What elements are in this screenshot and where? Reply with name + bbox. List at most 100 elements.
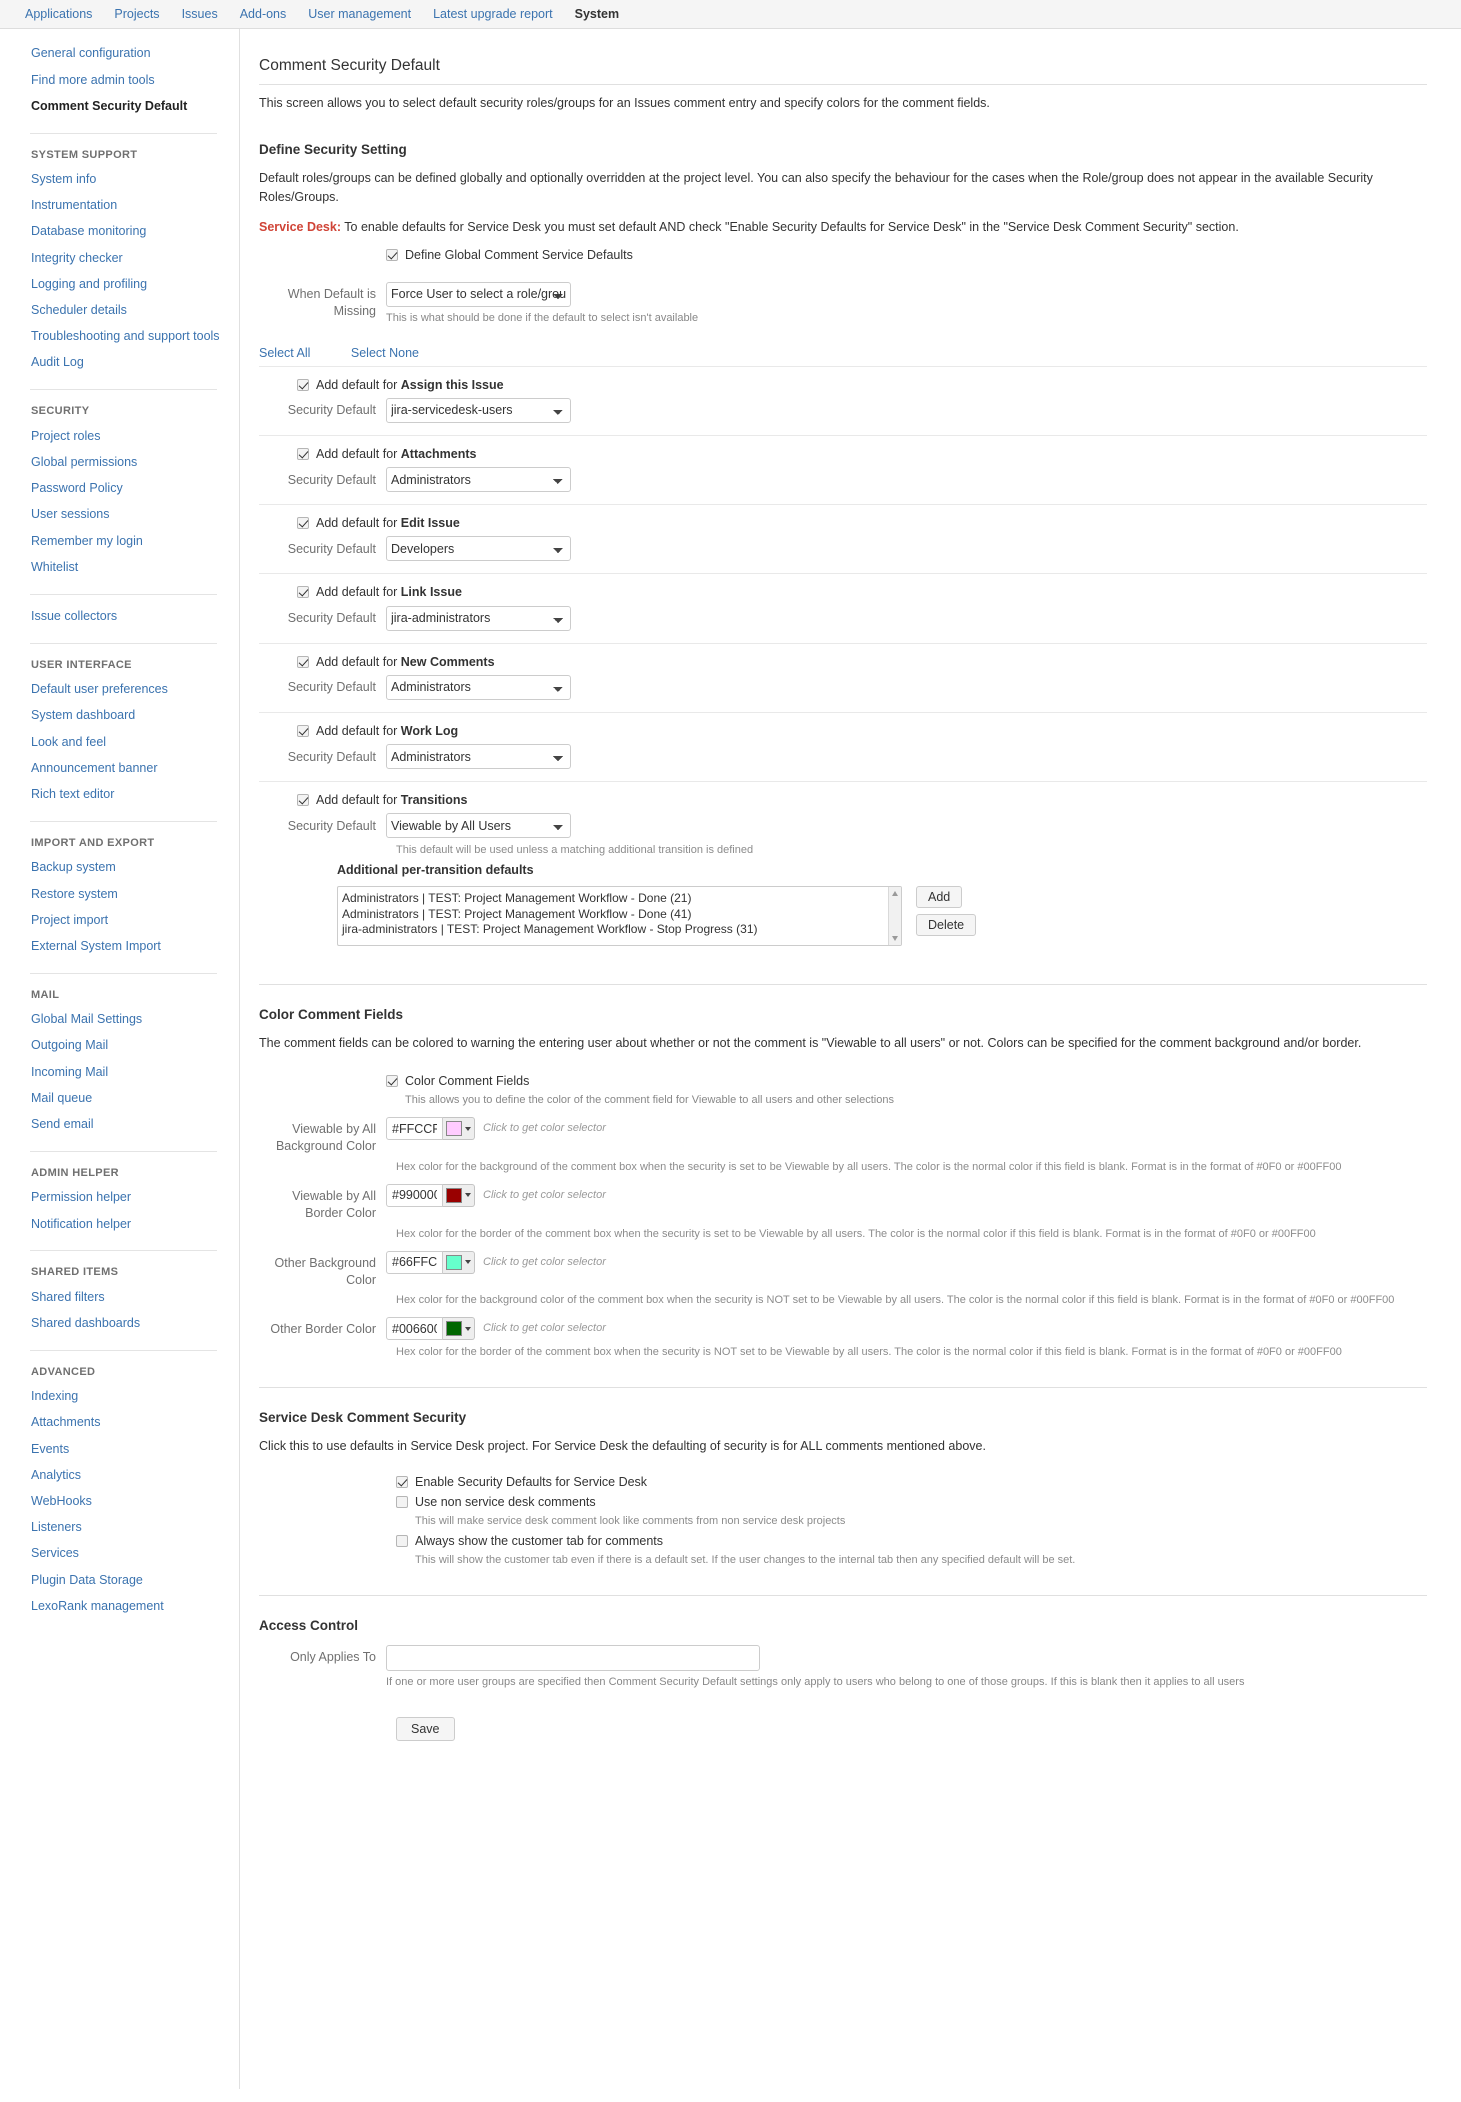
sidebar-item-audit-log[interactable]: Audit Log: [0, 350, 239, 376]
add-default-for-attachments-checkbox[interactable]: Add default for Attachments: [297, 446, 1427, 462]
sidebar-item-project-import[interactable]: Project import: [0, 907, 239, 933]
topnav-item-latest-upgrade-report[interactable]: Latest upgrade report: [422, 0, 564, 29]
sidebar-item-restore-system[interactable]: Restore system: [0, 881, 239, 907]
security-default-check-line: Add default for Edit Issue: [297, 515, 1427, 531]
per-transition-defaults-listbox[interactable]: Administrators | TEST: Project Managemen…: [337, 886, 902, 947]
security-default-select-link-issue[interactable]: jira-administrators: [386, 605, 571, 631]
sidebar-item-send-email[interactable]: Send email: [0, 1112, 239, 1138]
add-default-for-work-log-checkbox[interactable]: Add default for Work Log: [297, 723, 1427, 739]
sidebar-item-default-user-preferences[interactable]: Default user preferences: [0, 677, 239, 703]
sidebar-item-analytics[interactable]: Analytics: [0, 1463, 239, 1489]
sidebar-item-password-policy[interactable]: Password Policy: [0, 476, 239, 502]
sidebar-item-database-monitoring[interactable]: Database monitoring: [0, 219, 239, 245]
sidebar-item-incoming-mail[interactable]: Incoming Mail: [0, 1059, 239, 1085]
hex-input-other-background-color[interactable]: [386, 1250, 443, 1274]
sidebar-item-system-info[interactable]: System info: [0, 167, 239, 193]
color-comment-fields-checkbox[interactable]: Color Comment Fields: [386, 1073, 1427, 1089]
security-default-select-edit-issue[interactable]: Developers: [386, 536, 571, 562]
hex-input-viewable-by-all-background-color[interactable]: [386, 1117, 443, 1141]
add-default-for-new-comments-checkbox[interactable]: Add default for New Comments: [297, 654, 1427, 670]
sidebar-item-instrumentation[interactable]: Instrumentation: [0, 193, 239, 219]
sidebar-item-backup-system[interactable]: Backup system: [0, 855, 239, 881]
service-desk-checkbox-always-show-the-customer-tab-for-comments[interactable]: Always show the customer tab for comment…: [396, 1533, 1427, 1549]
checkbox-icon: [297, 794, 309, 807]
per-transition-option[interactable]: Administrators | TEST: Project Managemen…: [342, 891, 901, 907]
sidebar-item-shared-dashboards[interactable]: Shared dashboards: [0, 1311, 239, 1337]
sidebar-item-remember-my-login[interactable]: Remember my login: [0, 528, 239, 554]
default-prefix: Add default for: [316, 377, 401, 392]
transitions-security-default-select[interactable]: Viewable by All Users: [386, 813, 571, 839]
sidebar-item-services[interactable]: Services: [0, 1541, 239, 1567]
topnav-item-add-ons[interactable]: Add-ons: [229, 0, 298, 29]
sidebar-item-attachments[interactable]: Attachments: [0, 1410, 239, 1436]
color-field-label: Other Background Color: [274, 1255, 376, 1287]
sidebar-item-general-configuration[interactable]: General configuration: [0, 41, 239, 67]
define-security-heading: Define Security Setting: [259, 142, 407, 158]
add-default-for-transitions-checkbox[interactable]: Add default for Transitions: [297, 792, 1427, 808]
security-default-select-new-comments[interactable]: Administrators: [386, 674, 571, 700]
sidebar-item-system-dashboard[interactable]: System dashboard: [0, 703, 239, 729]
select-none-link[interactable]: Select None: [351, 346, 419, 360]
topnav-item-projects[interactable]: Projects: [103, 0, 170, 29]
listbox-scrollbar[interactable]: [888, 887, 901, 946]
define-global-comment-service-defaults-checkbox[interactable]: Define Global Comment Service Defaults: [386, 247, 1427, 263]
security-default-select-assign-this-issue[interactable]: jira-servicedesk-users: [386, 397, 571, 423]
sidebar-item-listeners[interactable]: Listeners: [0, 1515, 239, 1541]
sidebar-item-webhooks[interactable]: WebHooks: [0, 1489, 239, 1515]
add-transition-button[interactable]: Add: [916, 886, 963, 909]
add-default-for-edit-issue-checkbox[interactable]: Add default for Edit Issue: [297, 515, 1427, 531]
sidebar-item-global-mail-settings[interactable]: Global Mail Settings: [0, 1007, 239, 1033]
per-transition-option[interactable]: jira-administrators | TEST: Project Mana…: [342, 922, 901, 938]
sidebar-item-global-permissions[interactable]: Global permissions: [0, 450, 239, 476]
sidebar-item-outgoing-mail[interactable]: Outgoing Mail: [0, 1033, 239, 1059]
hex-input-viewable-by-all-border-color[interactable]: [386, 1183, 443, 1207]
color-swatch-button-other-border-color[interactable]: [443, 1317, 475, 1341]
sidebar-item-find-more-admin-tools[interactable]: Find more admin tools: [0, 67, 239, 93]
security-default-select-work-log[interactable]: Administrators: [386, 744, 571, 770]
sidebar-item-permission-helper[interactable]: Permission helper: [0, 1185, 239, 1211]
sidebar-item-scheduler-details[interactable]: Scheduler details: [0, 298, 239, 324]
security-default-select-attachments[interactable]: Administrators: [386, 467, 571, 493]
sidebar-item-notification-helper[interactable]: Notification helper: [0, 1211, 239, 1237]
sidebar-item-look-and-feel[interactable]: Look and feel: [0, 729, 239, 755]
topnav-item-user-management[interactable]: User management: [297, 0, 422, 29]
save-button[interactable]: Save: [396, 1716, 455, 1741]
sidebar-item-external-system-import[interactable]: External System Import: [0, 934, 239, 960]
scroll-down-arrow-icon[interactable]: [892, 936, 898, 942]
sidebar-item-user-sessions[interactable]: User sessions: [0, 502, 239, 528]
topnav-item-applications[interactable]: Applications: [14, 0, 103, 29]
service-desk-checkbox-enable-security-defaults-for-service-desk[interactable]: Enable Security Defaults for Service Des…: [396, 1474, 1427, 1490]
sidebar-item-comment-security-default[interactable]: Comment Security Default: [0, 93, 239, 119]
add-default-for-assign-this-issue-checkbox[interactable]: Add default for Assign this Issue: [297, 377, 1427, 393]
sidebar-item-indexing[interactable]: Indexing: [0, 1384, 239, 1410]
sidebar-item-whitelist[interactable]: Whitelist: [0, 555, 239, 581]
sidebar-item-lexorank-management[interactable]: LexoRank management: [0, 1594, 239, 1620]
delete-transition-button[interactable]: Delete: [916, 914, 977, 937]
sidebar-item-troubleshooting-and-support-tools[interactable]: Troubleshooting and support tools: [0, 324, 239, 350]
only-applies-to-input[interactable]: [386, 1644, 760, 1671]
sidebar-item-events[interactable]: Events: [0, 1436, 239, 1462]
sidebar-item-announcement-banner[interactable]: Announcement banner: [0, 756, 239, 782]
sidebar-item-rich-text-editor[interactable]: Rich text editor: [0, 782, 239, 808]
service-desk-checkbox-use-non-service-desk-comments[interactable]: Use non service desk comments: [396, 1494, 1427, 1510]
select-all-link[interactable]: Select All: [259, 346, 310, 360]
color-swatch-button-viewable-by-all-border-color[interactable]: [443, 1183, 475, 1207]
security-default-label: Security Default: [287, 611, 376, 626]
sidebar-item-logging-and-profiling[interactable]: Logging and profiling: [0, 272, 239, 298]
color-swatch-button-viewable-by-all-background-color[interactable]: [443, 1117, 475, 1141]
sidebar-item-shared-filters[interactable]: Shared filters: [0, 1284, 239, 1310]
scroll-up-arrow-icon[interactable]: [892, 891, 898, 897]
topnav-item-issues[interactable]: Issues: [171, 0, 229, 29]
sidebar-item-issue-collectors[interactable]: Issue collectors: [0, 604, 239, 630]
sidebar-item-mail-queue[interactable]: Mail queue: [0, 1086, 239, 1112]
add-default-for-link-issue-checkbox[interactable]: Add default for Link Issue: [297, 584, 1427, 600]
sidebar-item-integrity-checker[interactable]: Integrity checker: [0, 245, 239, 271]
when-default-missing-select[interactable]: Force User to select a role/group: [386, 281, 571, 307]
checkbox-icon: [386, 1075, 398, 1088]
per-transition-option[interactable]: Administrators | TEST: Project Managemen…: [342, 907, 901, 923]
color-swatch-button-other-background-color[interactable]: [443, 1250, 475, 1274]
hex-input-other-border-color[interactable]: [386, 1317, 443, 1341]
topnav-item-system[interactable]: System: [564, 0, 630, 29]
sidebar-item-project-roles[interactable]: Project roles: [0, 423, 239, 449]
sidebar-item-plugin-data-storage[interactable]: Plugin Data Storage: [0, 1567, 239, 1593]
